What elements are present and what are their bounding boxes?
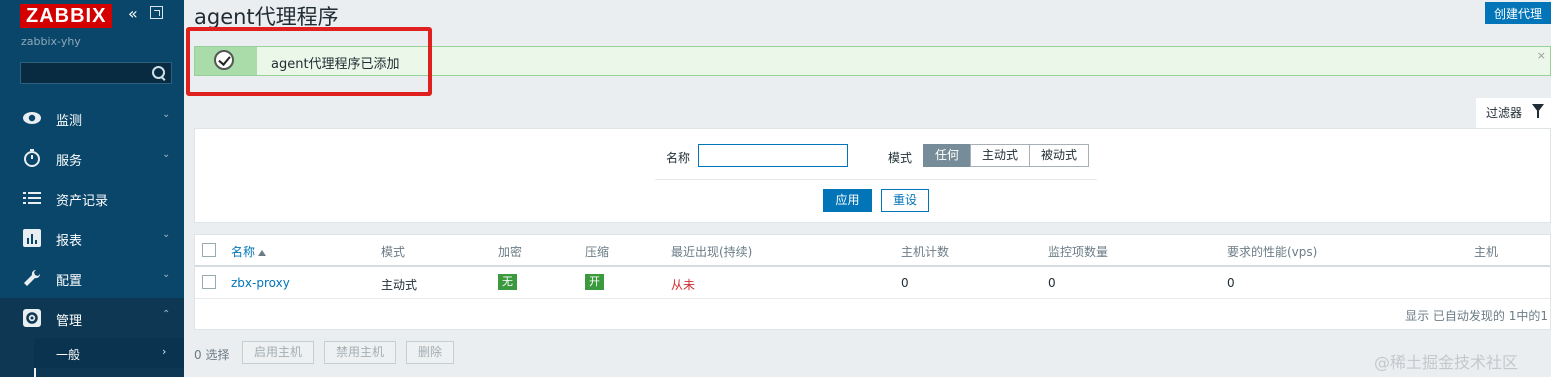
menu-item-configuration[interactable]: 配置 ⌄ [0,258,184,298]
sort-ascending-icon [258,249,267,256]
scroll-indicator [34,368,36,377]
menu-item-administration[interactable]: 管理 ⌃ [0,298,184,338]
compression-badge: 开 [585,274,604,290]
sidebar: ZABBIX « zabbix-yhy 监测 ⌄ 服务 ⌄ 资产记录 报表 ⌄ … [0,0,184,377]
delete-button[interactable]: 删除 [406,341,454,364]
filter-tab[interactable]: 过滤器 [1476,98,1551,128]
submenu-item-general[interactable]: 一般 › [34,338,184,368]
proxy-name-link[interactable]: zbx-proxy [231,276,290,290]
submenu-item-label: 一般 [56,348,81,362]
column-header-hosts: 主机 [1474,245,1499,259]
enable-hosts-button[interactable]: 启用主机 [242,341,314,364]
wrench-icon [22,269,42,287]
host-count: 0 [901,276,909,290]
menu-item-services[interactable]: 服务 ⌄ [0,138,184,178]
chevron-down-icon: ⌄ [162,269,171,280]
mode-option-any[interactable]: 任何 [923,144,971,167]
proxy-mode: 主动式 [381,278,418,292]
column-header-item-count: 监控项数量 [1048,245,1109,259]
column-header-mode[interactable]: 模式 [381,243,405,260]
menu-item-label: 监测 [56,114,83,129]
watermark: @稀土掘金技术社区 [1374,353,1519,372]
column-header-encryption: 加密 [498,245,523,259]
fullscreen-icon[interactable] [150,6,163,19]
search-icon[interactable] [152,66,165,79]
zabbix-logo[interactable]: ZABBIX [20,4,113,28]
select-all-checkbox[interactable] [202,243,216,257]
menu-item-label: 资产记录 [56,194,109,209]
mode-option-active[interactable]: 主动式 [970,144,1030,167]
column-header-compression: 压缩 [585,245,610,259]
column-header-label: 名称 [231,245,256,259]
last-seen: 从未 [671,278,696,292]
row-divider [195,298,1550,299]
menu-item-label: 管理 [56,314,83,329]
chevron-right-icon: › [162,345,167,358]
row-checkbox[interactable] [202,275,216,289]
required-performance: 0 [1227,276,1235,290]
chevron-down-icon: ⌄ [162,229,171,240]
proxy-table: 名称 模式 加密 压缩 最近出现(持续) 主机计数 监控项数量 要求的性能(vp… [194,234,1551,330]
column-header-name[interactable]: 名称 [231,243,267,260]
encryption-badge: 无 [498,274,517,290]
item-count: 0 [1048,276,1056,290]
gear-icon [22,309,42,327]
name-filter-label: 名称 [666,151,691,165]
header-divider [195,265,1550,267]
reset-button[interactable]: 重设 [881,189,929,212]
column-header-required-performance: 要求的性能(vps) [1227,245,1318,259]
mode-filter-label: 模式 [888,151,913,165]
mode-option-passive[interactable]: 被动式 [1029,144,1089,167]
search-input[interactable] [20,62,172,84]
filter-icon [1532,104,1544,118]
main-menu: 监测 ⌄ 服务 ⌄ 资产记录 报表 ⌄ 配置 ⌄ 管理 ⌃ [0,98,184,338]
chevron-down-icon: ⌄ [162,109,171,120]
menu-item-label: 报表 [56,234,83,249]
menu-item-monitoring[interactable]: 监测 ⌄ [0,98,184,138]
create-proxy-button[interactable]: 创建代理 [1485,2,1551,24]
menu-item-reports[interactable]: 报表 ⌄ [0,218,184,258]
menu-item-label: 配置 [56,274,83,289]
column-header-last-seen: 最近出现(持续) [671,245,753,259]
double-chevron-left-icon[interactable]: « [128,4,138,23]
filter-panel: 名称 模式 任何 主动式 被动式 应用 重设 [194,128,1551,223]
annotation-highlight-box [186,27,432,96]
name-filter-input[interactable] [698,144,848,167]
menu-item-label: 服务 [56,154,83,169]
selected-count: 0 选择 [194,348,230,362]
chevron-up-icon: ⌃ [162,309,171,320]
clock-icon [22,149,42,167]
table-footer-count: 显示 已自动发现的 1中的1 [1405,309,1548,323]
close-icon[interactable]: × [1537,49,1546,62]
list-icon [22,189,42,207]
column-header-host-count: 主机计数 [901,245,950,259]
eye-icon [22,109,42,127]
submenu-administration: 一般 › [0,338,184,377]
filter-tab-label: 过滤器 [1486,106,1523,120]
bar-chart-icon [22,229,42,247]
disable-hosts-button[interactable]: 禁用主机 [324,341,396,364]
apply-button[interactable]: 应用 [823,189,872,212]
menu-item-inventory[interactable]: 资产记录 [0,178,184,218]
divider [655,179,1097,180]
server-name: zabbix-yhy [21,35,81,48]
chevron-down-icon: ⌄ [162,149,171,160]
